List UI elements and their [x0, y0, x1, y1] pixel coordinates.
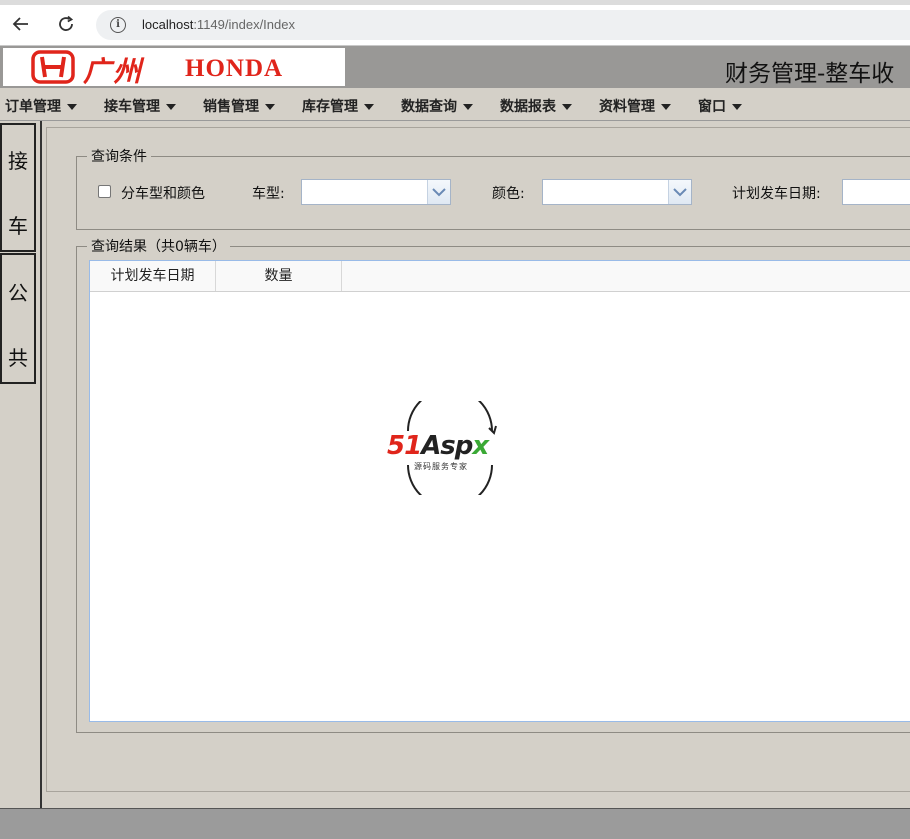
model-combobox[interactable]	[301, 179, 451, 205]
browser-tab-strip	[0, 0, 910, 5]
caret-down-icon	[364, 104, 374, 110]
menu-query-label: 数据查询	[401, 99, 457, 115]
url-path: :1149/index/Index	[193, 17, 295, 32]
menu-order-label: 订单管理	[5, 99, 61, 115]
back-arrow-icon[interactable]	[11, 14, 31, 34]
menu-data[interactable]: 资料管理	[599, 96, 671, 116]
side-tab-receive[interactable]: 接 车	[0, 123, 36, 252]
query-results-legend: 查询结果（共0辆车）	[91, 239, 226, 255]
side-tab-panel: 接 车 公 共	[0, 121, 42, 808]
watermark-tagline: 源码服务专家	[414, 462, 468, 471]
status-bar	[0, 808, 910, 839]
chevron-down-icon	[432, 188, 446, 197]
menu-order[interactable]: 订单管理	[5, 96, 77, 116]
caret-down-icon	[562, 104, 572, 110]
query-conditions-legend: 查询条件	[91, 149, 147, 165]
menu-inventory-label: 库存管理	[302, 99, 358, 115]
side-tab-common[interactable]: 公 共	[0, 253, 36, 384]
page-title: 财务管理-整车收	[725, 61, 895, 87]
side-tab-char: 车	[8, 214, 28, 238]
caret-down-icon	[265, 104, 275, 110]
model-dropdown-button[interactable]	[427, 180, 450, 204]
brand-cn: 广州	[83, 55, 144, 88]
side-tab-char: 公	[8, 281, 28, 305]
side-tab-char: 接	[8, 149, 28, 173]
menu-sales-label: 销售管理	[203, 99, 259, 115]
column-plan-date[interactable]: 计划发车日期	[90, 261, 216, 291]
column-quantity[interactable]: 数量	[216, 261, 342, 291]
caret-down-icon	[661, 104, 671, 110]
menu-receive[interactable]: 接车管理	[104, 96, 176, 116]
menu-query[interactable]: 数据查询	[401, 96, 473, 116]
color-combobox[interactable]	[542, 179, 692, 205]
chevron-down-icon	[673, 188, 687, 197]
app-header: 广州 HONDA 财务管理-整车收	[0, 46, 910, 88]
plan-date-input[interactable]	[842, 179, 910, 205]
caret-down-icon	[67, 104, 77, 110]
model-label: 车型:	[252, 186, 285, 202]
brand-en: HONDA	[185, 55, 284, 82]
address-bar[interactable]: i localhost:1149/index/Index	[96, 10, 910, 40]
menu-sales[interactable]: 销售管理	[203, 96, 275, 116]
menu-reports-label: 数据报表	[500, 99, 556, 115]
honda-wing-icon	[31, 50, 75, 84]
main-menu-bar: 订单管理 接车管理 销售管理 库存管理 数据查询 数据报表 资料管理 窗口	[0, 88, 910, 121]
color-label: 颜色:	[492, 186, 525, 202]
watermark-logo: 51Aspx 源码服务专家 51Aspx	[386, 388, 514, 508]
address-url: localhost:1149/index/Index	[142, 17, 295, 32]
caret-down-icon	[463, 104, 473, 110]
side-tab-char: 共	[8, 346, 28, 370]
site-info-icon[interactable]: i	[110, 17, 126, 33]
honda-logo: 广州 HONDA	[3, 48, 345, 88]
menu-inventory[interactable]: 库存管理	[302, 96, 374, 116]
browser-toolbar: i localhost:1149/index/Index	[0, 0, 910, 46]
menu-receive-label: 接车管理	[104, 99, 160, 115]
url-host: localhost	[142, 17, 194, 32]
reload-icon[interactable]	[56, 14, 76, 34]
menu-window[interactable]: 窗口	[698, 96, 742, 116]
split-model-color-checkbox[interactable]	[98, 185, 111, 198]
menu-data-label: 资料管理	[599, 99, 655, 115]
watermark-brand: 51Aspx	[387, 431, 489, 461]
results-grid-header: 计划发车日期 数量	[90, 261, 910, 292]
menu-reports[interactable]: 数据报表	[500, 96, 572, 116]
split-model-color-label: 分车型和颜色	[121, 186, 205, 202]
caret-down-icon	[732, 104, 742, 110]
caret-down-icon	[166, 104, 176, 110]
plan-date-label: 计划发车日期:	[732, 186, 821, 202]
color-dropdown-button[interactable]	[668, 180, 691, 204]
menu-window-label: 窗口	[698, 99, 726, 115]
